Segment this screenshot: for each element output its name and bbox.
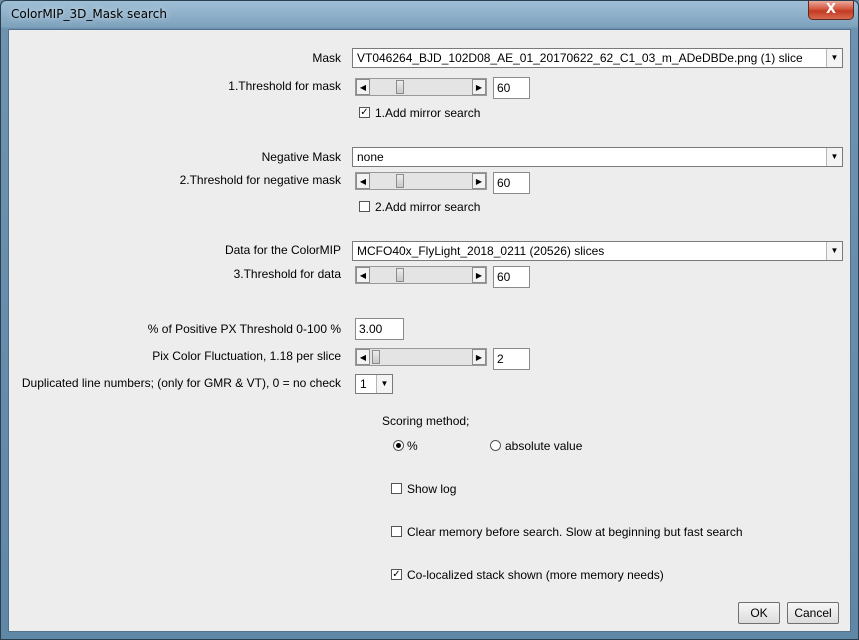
title-bar[interactable]: ColorMIP_3D_Mask search X [1,1,859,28]
data-select[interactable]: MCFO40x_FlyLight_2018_0211 (20526) slice… [352,241,843,261]
cancel-button-label: Cancel [794,606,832,620]
scoring-radio-percent[interactable] [393,440,404,451]
scoring-label: Scoring method; [382,414,470,428]
mask-threshold-value: 60 [497,81,511,95]
data-select-value: MCFO40x_FlyLight_2018_0211 (20526) slice… [357,244,605,258]
arrow-left-icon[interactable]: ◀ [356,349,370,365]
slider-thumb[interactable] [372,350,380,364]
slider-thumb[interactable] [396,268,404,282]
arrow-right-icon[interactable]: ▶ [472,349,486,365]
ok-button-label: OK [750,606,768,620]
mask-label: Mask [312,51,341,65]
mask-threshold-field[interactable]: 60 [493,77,530,99]
mask-mirror-label: 1.Add mirror search [375,106,481,120]
colocalized-label: Co-localized stack shown (more memory ne… [407,568,664,582]
check-icon: ✓ [392,569,401,580]
negative-threshold-value: 60 [497,176,511,190]
arrow-left-icon[interactable]: ◀ [356,79,370,95]
radio-dot [396,443,401,448]
close-icon: X [825,2,837,17]
data-threshold-value: 60 [497,270,511,284]
mask-threshold-slider[interactable]: ◀ ▶ [355,78,487,96]
slider-thumb[interactable] [396,80,404,94]
fluctuation-slider[interactable]: ◀ ▶ [355,348,487,366]
colocalized-checkbox[interactable]: ✓ [391,569,402,580]
slider-thumb[interactable] [396,174,404,188]
check-icon: ✓ [360,107,369,118]
scoring-option-absolute: absolute value [505,439,583,453]
mask-mirror-checkbox[interactable]: ✓ [359,107,370,118]
negative-threshold-field[interactable]: 60 [493,172,530,194]
clear-memory-label: Clear memory before search. Slow at begi… [407,525,743,539]
scoring-option-percent: % [407,439,418,453]
scoring-radio-absolute[interactable] [490,440,501,451]
data-threshold-slider[interactable]: ◀ ▶ [355,266,487,284]
negative-threshold-label: 2.Threshold for negative mask [179,173,341,187]
fluctuation-label: Pix Color Fluctuation, 1.18 per slice [152,349,341,363]
arrow-left-icon[interactable]: ◀ [356,267,370,283]
mask-threshold-label: 1.Threshold for mask [228,79,341,93]
chevron-down-icon[interactable]: ▼ [826,49,842,67]
ok-button[interactable]: OK [738,602,780,624]
fluctuation-value: 2 [497,352,504,366]
negative-mask-select[interactable]: none ▼ [352,147,843,167]
mask-select[interactable]: VT046264_BJD_102D08_AE_01_20170622_62_C1… [352,48,843,68]
cancel-button[interactable]: Cancel [787,602,839,624]
clear-memory-checkbox[interactable] [391,526,402,537]
arrow-left-icon[interactable]: ◀ [356,173,370,189]
negative-mask-label: Negative Mask [261,150,341,164]
arrow-right-icon[interactable]: ▶ [472,173,486,189]
arrow-right-icon[interactable]: ▶ [472,267,486,283]
mask-select-value: VT046264_BJD_102D08_AE_01_20170622_62_C1… [357,51,803,65]
window-title: ColorMIP_3D_Mask search [11,7,167,21]
data-label: Data for the ColorMIP [224,243,341,257]
data-threshold-label: 3.Threshold for data [233,267,341,281]
dialog-content: Mask VT046264_BJD_102D08_AE_01_20170622_… [8,29,851,632]
positive-px-label: % of Positive PX Threshold 0-100 % [147,322,341,336]
show-log-label: Show log [407,482,457,496]
duplicated-label: Duplicated line numbers; (only for GMR &… [21,376,341,390]
chevron-down-icon[interactable]: ▼ [826,148,842,166]
chevron-down-icon[interactable]: ▼ [826,242,842,260]
arrow-right-icon[interactable]: ▶ [472,79,486,95]
fluctuation-field[interactable]: 2 [493,348,530,370]
negative-mirror-checkbox[interactable] [359,201,370,212]
show-log-checkbox[interactable] [391,483,402,494]
negative-mask-select-value: none [357,150,384,164]
chevron-down-icon[interactable]: ▼ [376,375,392,393]
dialog-window: ColorMIP_3D_Mask search X Mask VT046264_… [0,0,859,640]
duplicated-select-value: 1 [360,377,367,391]
positive-px-value: 3.00 [359,322,383,336]
duplicated-select[interactable]: 1 ▼ [355,374,393,394]
positive-px-field[interactable]: 3.00 [355,318,404,340]
negative-mirror-label: 2.Add mirror search [375,200,481,214]
close-button[interactable]: X [808,1,854,20]
data-threshold-field[interactable]: 60 [493,266,530,288]
negative-threshold-slider[interactable]: ◀ ▶ [355,172,487,190]
